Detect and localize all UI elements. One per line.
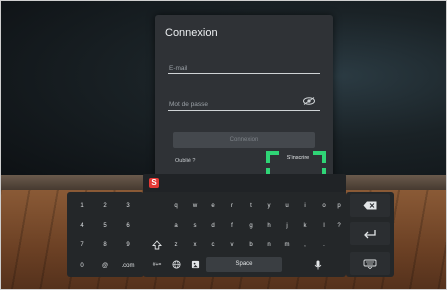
space-key[interactable]: Space xyxy=(206,257,282,272)
key-comma[interactable]: , xyxy=(298,238,312,252)
key-5[interactable]: 5 xyxy=(94,219,116,233)
login-panel: Connexion E-mail Mot de passe Connexion … xyxy=(155,15,333,180)
highlight-corner-top-left xyxy=(266,151,279,163)
key-h[interactable]: h xyxy=(262,219,276,233)
key-1[interactable]: 1 xyxy=(71,199,93,213)
key-4[interactable]: 4 xyxy=(71,219,93,233)
signup-link-label: S'inscrire xyxy=(286,155,310,161)
microphone-icon xyxy=(314,260,322,270)
key-6[interactable]: 6 xyxy=(117,219,139,233)
key-v[interactable]: v xyxy=(225,238,239,252)
email-field[interactable]: E-mail xyxy=(169,65,187,72)
key-c[interactable]: c xyxy=(206,238,220,252)
hide-keyboard-key[interactable] xyxy=(350,252,390,275)
key-dotcom[interactable]: .com xyxy=(117,259,139,273)
key-7[interactable]: 7 xyxy=(71,238,93,252)
key-p[interactable]: p xyxy=(333,199,345,213)
globe-key[interactable] xyxy=(169,258,183,272)
enter-icon xyxy=(364,230,376,239)
key-q[interactable]: q xyxy=(169,199,183,213)
key-b[interactable]: b xyxy=(244,238,258,252)
show-password-icon[interactable] xyxy=(303,97,315,105)
key-f[interactable]: f xyxy=(225,219,239,233)
key-r[interactable]: r xyxy=(225,199,239,213)
key-3[interactable]: 3 xyxy=(117,199,139,213)
key-z[interactable]: z xyxy=(169,238,183,252)
key-m[interactable]: m xyxy=(280,238,294,252)
key-s[interactable]: s xyxy=(188,219,202,233)
page-title: Connexion xyxy=(165,27,218,39)
key-0[interactable]: 0 xyxy=(71,259,93,273)
key-a[interactable]: a xyxy=(169,219,183,233)
login-button[interactable]: Connexion xyxy=(173,132,315,148)
key-d[interactable]: d xyxy=(206,219,220,233)
symbols-key[interactable]: #+= xyxy=(149,258,165,272)
key-i[interactable]: i xyxy=(298,199,312,213)
microphone-key[interactable] xyxy=(311,258,325,272)
backspace-key[interactable] xyxy=(350,194,390,217)
forgot-password-link[interactable]: Oublié ? xyxy=(175,158,196,164)
key-t[interactable]: t xyxy=(244,199,258,213)
key-question[interactable]: ? xyxy=(333,219,345,233)
password-field-underline xyxy=(168,110,320,111)
key-2[interactable]: 2 xyxy=(94,199,116,213)
sticker-icon xyxy=(191,260,199,269)
key-o[interactable]: o xyxy=(317,199,331,213)
key-g[interactable]: g xyxy=(244,219,258,233)
keyboard-toolbar: S xyxy=(143,174,346,192)
numpad: 1 2 3 4 5 6 7 8 9 0 @ .com xyxy=(67,192,144,277)
shift-icon xyxy=(151,240,163,250)
key-u[interactable]: u xyxy=(280,199,294,213)
backspace-icon xyxy=(363,201,377,210)
emoji-key[interactable] xyxy=(188,258,202,272)
keyboard-logo-icon[interactable]: S xyxy=(149,178,159,188)
key-at[interactable]: @ xyxy=(94,259,116,273)
key-y[interactable]: y xyxy=(262,199,276,213)
email-field-underline xyxy=(168,73,320,74)
key-period[interactable]: . xyxy=(317,238,331,252)
key-n[interactable]: n xyxy=(262,238,276,252)
keyboard-hide-icon xyxy=(363,259,377,269)
key-l[interactable]: l xyxy=(317,219,331,233)
key-9[interactable]: 9 xyxy=(117,238,139,252)
shift-key[interactable] xyxy=(149,238,165,252)
globe-icon xyxy=(171,260,181,269)
highlight-corner-top-right xyxy=(313,151,326,163)
key-k[interactable]: k xyxy=(298,219,312,233)
key-x[interactable]: x xyxy=(188,238,202,252)
key-j[interactable]: j xyxy=(280,219,294,233)
key-w[interactable]: w xyxy=(188,199,202,213)
key-e[interactable]: e xyxy=(206,199,220,213)
key-8[interactable]: 8 xyxy=(94,238,116,252)
password-field[interactable]: Mot de passe xyxy=(169,101,208,108)
enter-key[interactable] xyxy=(350,222,390,245)
